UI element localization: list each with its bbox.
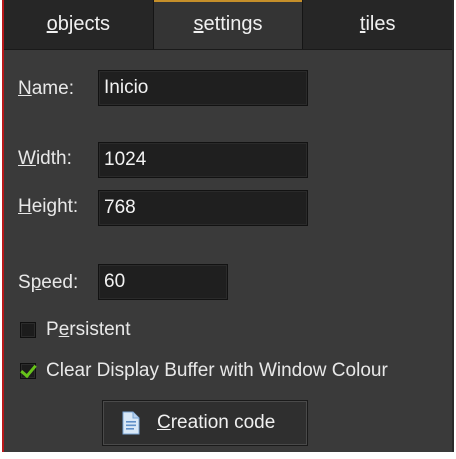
persistent-checkbox[interactable] — [20, 322, 36, 338]
tab-bar: o bjects s ettings t iles — [4, 0, 452, 50]
width-label-mnemonic: W — [18, 148, 36, 169]
tab-tiles-label: iles — [365, 13, 396, 35]
clear-display-checkbox-row[interactable]: Clear Display Buffer with Window Colour — [20, 360, 388, 382]
tab-tiles[interactable]: t iles — [303, 0, 452, 49]
room-settings-panel: o bjects s ettings t iles Name: Inicio Widt… — [2, 0, 454, 452]
name-label-text: ame: — [31, 78, 74, 99]
creation-code-label: reation code — [170, 412, 276, 433]
width-input[interactable]: 1024 — [98, 142, 308, 178]
tab-settings[interactable]: s ettings — [153, 0, 304, 49]
height-label: Height: — [18, 195, 78, 219]
clear-display-checkbox[interactable] — [20, 363, 36, 379]
tab-objects-mnemonic: o — [46, 13, 58, 35]
tab-settings-mnemonic: s — [193, 13, 204, 35]
tab-objects-label: bjects — [57, 13, 111, 35]
width-label-text: idth: — [35, 148, 72, 169]
height-label-text: eight: — [31, 196, 79, 217]
clear-display-label: Clear Display Buffer with Window Colour — [46, 360, 388, 381]
tab-settings-label: ettings — [203, 13, 263, 35]
persistent-label-mnemonic: e — [58, 319, 70, 340]
speed-label-text: eed: — [41, 272, 79, 293]
name-input[interactable]: Inicio — [98, 70, 308, 106]
height-input[interactable]: 768 — [98, 190, 308, 226]
speed-label-pre: S — [18, 272, 31, 293]
persistent-checkbox-row[interactable]: Pe rsistent — [20, 319, 131, 341]
persistent-label-text: rsistent — [69, 319, 131, 340]
name-label: Name: — [18, 77, 74, 101]
height-label-mnemonic: H — [18, 196, 32, 217]
speed-label: Speed: — [18, 271, 78, 295]
persistent-label-pre: P — [46, 319, 59, 340]
tab-objects[interactable]: o bjects — [4, 0, 154, 49]
document-icon — [121, 411, 141, 435]
speed-label-mnemonic: p — [30, 272, 42, 293]
speed-input[interactable]: 60 — [98, 264, 228, 300]
width-label: Width: — [18, 147, 72, 171]
name-label-mnemonic: N — [18, 78, 32, 99]
creation-code-button[interactable]: Creation code — [102, 400, 308, 446]
creation-code-mnemonic: C — [157, 412, 171, 433]
